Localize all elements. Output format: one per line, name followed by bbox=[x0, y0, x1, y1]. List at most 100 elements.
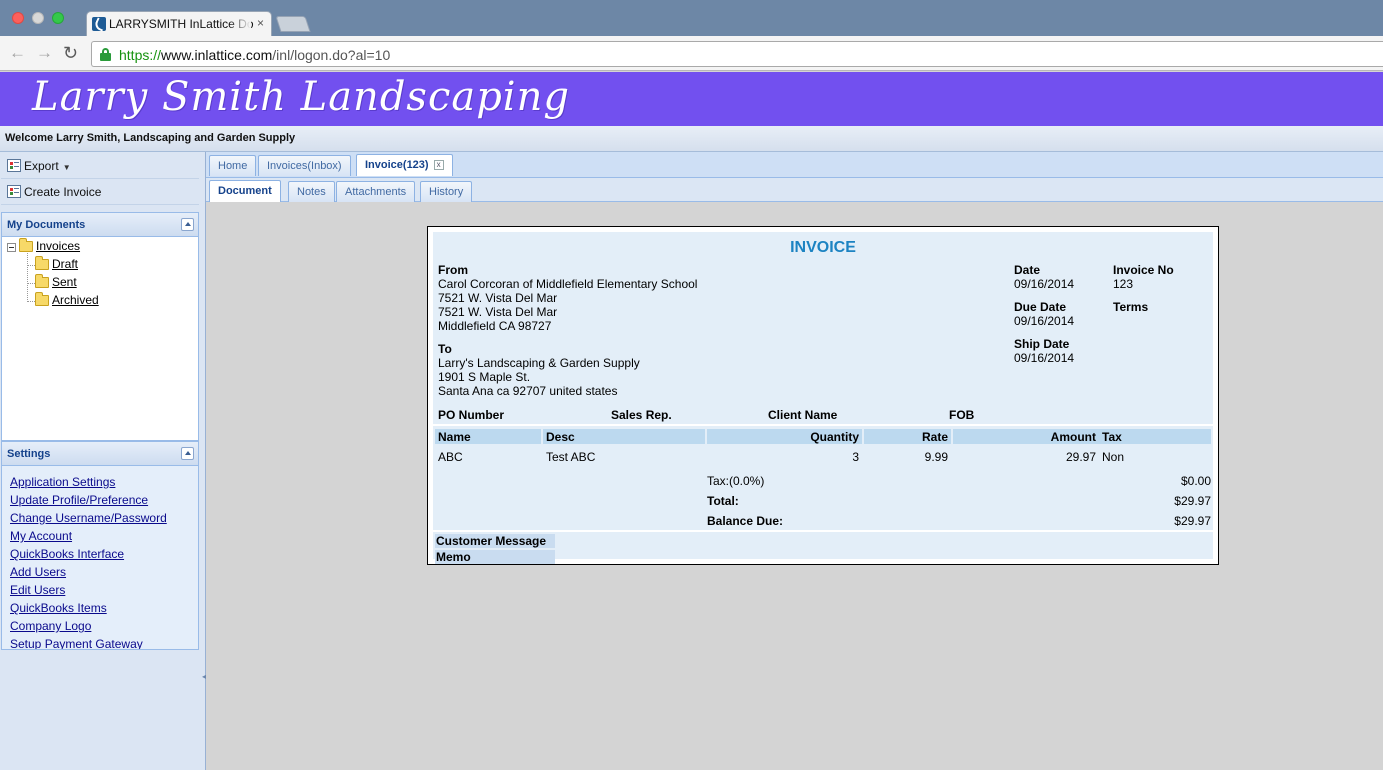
my-documents-header: My Documents bbox=[2, 213, 198, 237]
new-tab-button[interactable] bbox=[275, 16, 311, 32]
address-bar[interactable]: https://www.inlattice.com/inl/logon.do?a… bbox=[91, 41, 1383, 67]
line-desc: Test ABC bbox=[546, 450, 596, 464]
browser-toolbar: ← → ↻ https://www.inlattice.com/inl/logo… bbox=[0, 36, 1383, 71]
tree-node-archived[interactable]: Archived bbox=[2, 292, 192, 309]
invoice-title: INVOICE bbox=[790, 239, 856, 256]
tree-node-draft[interactable]: Draft bbox=[2, 256, 192, 273]
column-header-rate: Rate bbox=[864, 429, 951, 444]
column-header-tax: Tax bbox=[1099, 429, 1211, 444]
settings-panel: Settings Application Settings Update Pro… bbox=[1, 441, 199, 650]
collapse-settings-button[interactable] bbox=[181, 447, 194, 460]
settings-header: Settings bbox=[2, 442, 198, 466]
tax-value: $0.00 bbox=[1180, 474, 1211, 488]
fob-label: FOB bbox=[949, 408, 975, 422]
balance-due-label: Balance Due: bbox=[707, 514, 784, 528]
dropdown-caret-icon: ▼ bbox=[62, 163, 71, 172]
left-sidebar: Export ▼ Create Invoice My Documents Invo… bbox=[0, 152, 206, 770]
collapse-tree-icon[interactable] bbox=[7, 243, 16, 252]
close-tab-icon[interactable]: x bbox=[433, 160, 444, 170]
balance-due-value: $29.97 bbox=[1174, 514, 1211, 528]
column-header-amount: Amount bbox=[953, 429, 1099, 444]
settings-link-quickbooks-items[interactable]: QuickBooks Items bbox=[10, 600, 167, 618]
draft-link[interactable]: Draft bbox=[52, 257, 78, 271]
back-arrow-icon[interactable]: ← bbox=[9, 43, 26, 63]
tab-document[interactable]: Document bbox=[209, 180, 281, 202]
welcome-message: Welcome Larry Smith, Landscaping and Gar… bbox=[0, 126, 1383, 152]
column-header-name: Name bbox=[435, 429, 541, 444]
my-documents-panel: My Documents Invoices Draft Sent Archive… bbox=[1, 212, 199, 441]
settings-links: Application Settings Update Profile/Pref… bbox=[10, 474, 167, 649]
settings-link-quickbooks-interface[interactable]: QuickBooks Interface bbox=[10, 546, 167, 564]
invoice-no-value: 123 bbox=[1113, 277, 1134, 291]
settings-link-change-username[interactable]: Change Username/Password bbox=[10, 510, 167, 528]
from-line: Carol Corcoran of Middlefield Elementary… bbox=[438, 277, 698, 291]
memo-label: Memo bbox=[435, 550, 555, 564]
settings-link-update-profile[interactable]: Update Profile/Preference bbox=[10, 492, 167, 510]
to-label: To bbox=[438, 342, 452, 356]
date-label: Date bbox=[1014, 263, 1041, 277]
settings-link-my-account[interactable]: My Account bbox=[10, 528, 167, 546]
settings-link-company-logo[interactable]: Company Logo bbox=[10, 618, 167, 636]
settings-link-add-users[interactable]: Add Users bbox=[10, 564, 167, 582]
folder-icon bbox=[35, 292, 49, 306]
total-value: $29.97 bbox=[1174, 494, 1211, 508]
invoices-link[interactable]: Invoices bbox=[36, 239, 80, 253]
due-date-value: 09/16/2014 bbox=[1014, 314, 1075, 328]
reload-icon[interactable]: ↻ bbox=[63, 43, 78, 63]
export-icon bbox=[7, 159, 21, 172]
total-label: Total: bbox=[707, 494, 739, 508]
to-line: Santa Ana ca 92707 united states bbox=[438, 384, 618, 398]
to-line: Larry's Landscaping & Garden Supply bbox=[438, 356, 640, 370]
po-number-label: PO Number bbox=[438, 408, 505, 422]
folder-icon bbox=[35, 274, 49, 288]
tree-node-sent[interactable]: Sent bbox=[2, 274, 192, 291]
browser-tab[interactable]: LARRYSMITH InLattice Do × bbox=[86, 11, 272, 36]
tab-attachments[interactable]: Attachments bbox=[336, 181, 416, 202]
ship-date-label: Ship Date bbox=[1014, 337, 1070, 351]
url-text[interactable]: https://www.inlattice.com/inl/logon.do?a… bbox=[119, 47, 390, 63]
from-line: 7521 W. Vista Del Mar bbox=[438, 305, 558, 319]
ship-date-value: 09/16/2014 bbox=[1014, 351, 1075, 365]
tab-close-icon[interactable]: × bbox=[257, 16, 264, 30]
tab-invoices-inbox[interactable]: Invoices(Inbox) bbox=[258, 155, 351, 176]
folder-icon bbox=[35, 256, 49, 270]
main-tab-strip: Home Invoices(Inbox) Invoice(123) x bbox=[206, 152, 1383, 178]
create-invoice-button[interactable]: Create Invoice bbox=[1, 179, 199, 205]
export-label: Export bbox=[24, 159, 59, 173]
tab-invoice-123[interactable]: Invoice(123) x bbox=[356, 154, 453, 176]
archived-link[interactable]: Archived bbox=[52, 293, 99, 307]
zoom-window-button[interactable] bbox=[52, 12, 64, 24]
company-banner: Larry Smith Landscaping bbox=[0, 72, 1383, 126]
settings-link-payment-gateway[interactable]: Setup Payment Gateway bbox=[10, 636, 167, 649]
sales-rep-label: Sales Rep. bbox=[611, 408, 672, 422]
forward-arrow-icon[interactable]: → bbox=[36, 43, 53, 63]
from-line: Middlefield CA 98727 bbox=[438, 319, 552, 333]
lock-icon bbox=[100, 48, 111, 61]
collapse-my-documents-button[interactable] bbox=[181, 218, 194, 231]
due-date-label: Due Date bbox=[1014, 300, 1067, 314]
export-button[interactable]: Export ▼ bbox=[1, 153, 199, 179]
document-tab-strip: Document Notes Attachments History bbox=[206, 178, 1383, 202]
invoice-no-label: Invoice No bbox=[1113, 263, 1174, 277]
column-header-quantity: Quantity bbox=[707, 429, 862, 444]
tab-notes[interactable]: Notes bbox=[288, 181, 335, 202]
minimize-window-button[interactable] bbox=[32, 12, 44, 24]
sent-link[interactable]: Sent bbox=[52, 275, 77, 289]
line-tax: Non bbox=[1102, 450, 1125, 464]
line-name: ABC bbox=[438, 450, 463, 464]
column-header-desc: Desc bbox=[543, 429, 705, 444]
settings-link-application-settings[interactable]: Application Settings bbox=[10, 474, 167, 492]
company-logo-text: Larry Smith Landscaping bbox=[32, 74, 570, 120]
create-invoice-icon bbox=[7, 185, 21, 198]
invoice-document: INVOICE From Carol Corcoran of Middlefie… bbox=[427, 226, 1219, 565]
date-value: 09/16/2014 bbox=[1014, 277, 1075, 291]
tab-home[interactable]: Home bbox=[209, 155, 257, 176]
folder-icon bbox=[19, 238, 33, 252]
tab-history[interactable]: History bbox=[420, 181, 473, 202]
close-window-button[interactable] bbox=[12, 12, 24, 24]
line-rate: 9.99 bbox=[924, 450, 948, 464]
browser-title-bar: LARRYSMITH InLattice Do × bbox=[0, 0, 1383, 36]
tree-node-invoices[interactable]: Invoices bbox=[2, 238, 192, 255]
from-label: From bbox=[438, 263, 468, 277]
settings-link-edit-users[interactable]: Edit Users bbox=[10, 582, 167, 600]
